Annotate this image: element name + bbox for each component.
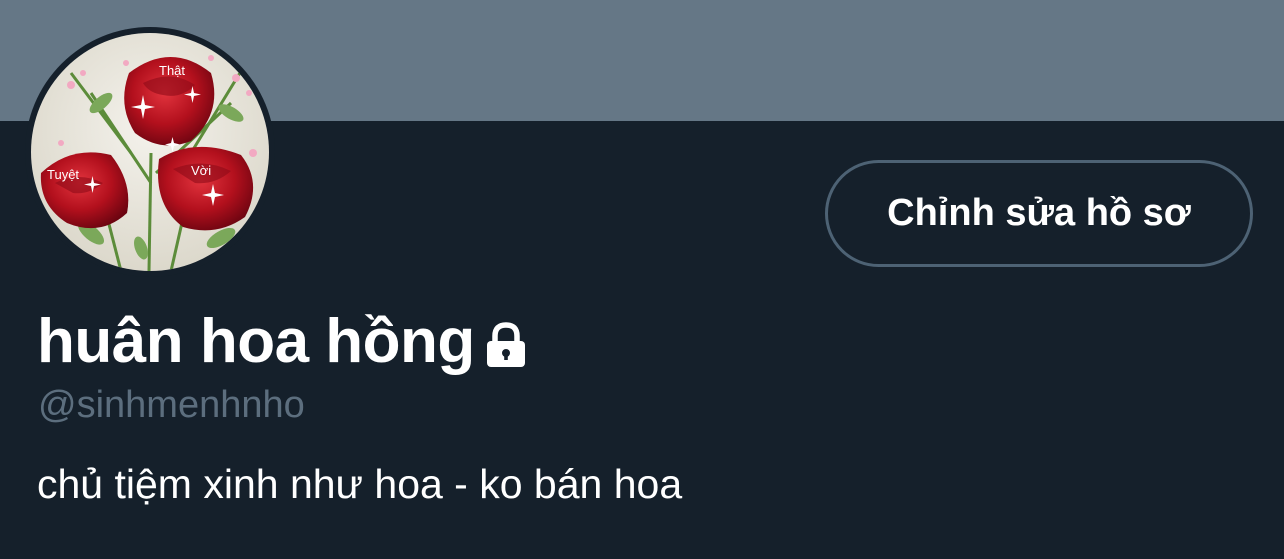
user-handle: @sinhmenhnho	[38, 384, 305, 426]
lock-icon	[481, 320, 531, 370]
profile-bio: chủ tiệm xinh như hoa - ko bán hoa	[37, 461, 683, 507]
edit-profile-button[interactable]: Chỉnh sửa hồ sơ	[825, 160, 1253, 267]
avatar-label-left: Tuyệt	[47, 167, 79, 182]
avatar-label-top: Thật	[159, 63, 185, 78]
display-name: huân hoa hồng	[37, 307, 475, 376]
avatar[interactable]: Thật Tuyệt Vời	[25, 27, 275, 277]
avatar-image: Thật Tuyệt Vời	[31, 33, 269, 271]
name-row: huân hoa hồng	[37, 306, 531, 378]
avatar-label-right: Vời	[191, 163, 211, 178]
